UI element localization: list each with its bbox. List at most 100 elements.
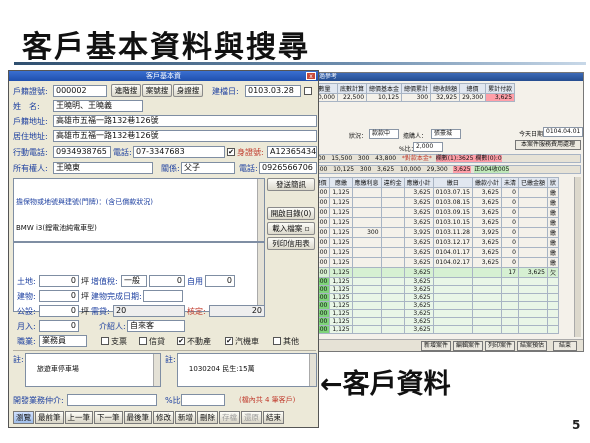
note-field[interactable]: 旅遊車停車場	[25, 353, 161, 387]
job-field[interactable]: 業務員	[39, 335, 87, 347]
phone2-label: 電話:	[239, 164, 258, 173]
land-unit: 坪	[81, 277, 89, 286]
payment-cell: 300	[351, 227, 382, 238]
payment-cell	[380, 247, 405, 258]
land-field[interactable]: 0	[39, 275, 79, 287]
check-item-box[interactable]: ✔	[177, 337, 185, 345]
build-date-checkbox[interactable]	[304, 87, 312, 95]
browse-button[interactable]: 瀏覽	[13, 411, 34, 424]
monthly-income-field[interactable]: 0	[39, 320, 79, 332]
phone-field[interactable]: 07-3347683	[133, 146, 225, 158]
customer-window-titlebar: 客戶基本資 x	[9, 71, 318, 81]
check-item-box[interactable]	[139, 337, 147, 345]
owner-field[interactable]: 王曉東	[53, 162, 153, 174]
open-folder-button[interactable]: 開啟目錄(0)	[267, 207, 315, 220]
load-file-button[interactable]: 載入檔案 ▫	[267, 222, 315, 235]
payment-scrollbar[interactable]	[574, 177, 581, 337]
building-date-field[interactable]	[143, 290, 183, 302]
bg-exit-button[interactable]: 結束	[553, 341, 577, 351]
new-case-button[interactable]: 新增案件	[421, 341, 451, 351]
payment-row[interactable]: .500 1,125 3,625 0103.10.15 3,625 0 繳	[310, 217, 560, 228]
living-address-field[interactable]: 高雄市五福一路132巷126號	[53, 130, 317, 142]
collateral-scrollbar[interactable]	[257, 179, 264, 241]
payment-cell: 1,125	[329, 187, 353, 198]
dev-agent-field[interactable]	[67, 394, 157, 406]
relation-field[interactable]: 父子	[181, 162, 235, 174]
payment-row[interactable]: .500 1,125 3,625 0103.08.15 3,625 0 繳	[310, 197, 560, 208]
payment-row[interactable]: .500 1,125 3,625 0103.07.15 3,625 0 繳	[310, 187, 560, 198]
idcard-field[interactable]: A123654345	[267, 146, 317, 158]
check-item-box[interactable]: ✔	[225, 337, 233, 345]
last-record-button[interactable]: 最後筆	[123, 411, 152, 424]
close-icon[interactable]: x	[306, 72, 316, 80]
case-service-button[interactable]: 本案件服務費用處理	[515, 140, 581, 150]
approve-field[interactable]: 20	[209, 305, 265, 317]
loan-field[interactable]: 20	[113, 305, 185, 317]
household-address-field[interactable]: 高雄市五福一路132巷126號	[53, 115, 317, 127]
payment-cell	[517, 197, 549, 208]
phone2-field[interactable]: 0926566706	[259, 162, 317, 174]
dev-pct-field[interactable]	[181, 394, 225, 406]
prev-record-button[interactable]: 上一筆	[64, 411, 93, 424]
advanced-search-button[interactable]: 進階搜	[111, 84, 141, 97]
payment-cell	[351, 217, 382, 228]
note2-field[interactable]: 1030204 民生:15萬	[177, 353, 317, 387]
self-use-field[interactable]: 0	[205, 275, 235, 287]
payment-row[interactable]: .500 1,125 3,625	[310, 277, 560, 286]
print-credit-button[interactable]: 列印信用表	[267, 237, 315, 250]
payment-cell	[471, 317, 502, 326]
payment-row[interactable]: .500 1,125 3,625 0104.02.17 3,625 0 繳	[310, 257, 560, 268]
tax-field[interactable]: 0	[149, 275, 185, 287]
idcard-checkbox[interactable]: ✔	[227, 148, 235, 156]
id-field[interactable]: 000002	[53, 85, 107, 97]
add-button[interactable]: 新增	[175, 411, 196, 424]
build-date-field[interactable]: 0103.03.28	[245, 85, 301, 97]
summary-cell: 3,625	[453, 166, 471, 173]
check-item-box[interactable]	[101, 337, 109, 345]
mobile-field[interactable]: 0934938765	[53, 146, 111, 158]
payment-row[interactable]: .500 1,125 3,625	[310, 309, 560, 318]
close-estimate-button[interactable]: 結案預估	[517, 341, 547, 351]
exit-button[interactable]: 結束	[263, 411, 284, 424]
status-value[interactable]: 款款中	[369, 129, 399, 139]
name-field[interactable]: 王曉明、王曉義	[53, 100, 143, 112]
pct-value[interactable]: 2,000	[413, 142, 443, 152]
undo-button[interactable]: 還原	[241, 411, 262, 424]
common-field[interactable]: 0	[39, 305, 79, 317]
collateral-memo[interactable]: 擔保物或地號與建號(門牌)：(含已償款狀況) BMW i3(鋰電池純電車型)	[13, 178, 265, 242]
collateral-lower-scrollbar[interactable]	[257, 243, 264, 311]
payment-row[interactable]: .500 1,125 3,625 0104.01.17 3,625 0 繳	[310, 247, 560, 258]
send-sms-button[interactable]: 發送簡訊	[267, 178, 315, 191]
payment-row[interactable]: .500 1,125 3,625	[310, 325, 560, 334]
payment-cell	[380, 293, 405, 302]
payment-row[interactable]: .500 1,125 3,625	[310, 285, 560, 294]
payment-cell	[351, 277, 382, 286]
payment-row[interactable]: .500 1,125 3,625 0103.09.15 3,625 0 繳	[310, 207, 560, 218]
tax-type-field[interactable]: 一般	[121, 275, 147, 287]
payment-row[interactable]: .500 1,125 3,625 17 3,625 欠	[310, 267, 560, 278]
edit-button[interactable]: 修改	[153, 411, 174, 424]
agent-value[interactable]: 張豪城	[431, 129, 461, 139]
payment-cell	[471, 267, 502, 278]
delete-button[interactable]: 刪除	[197, 411, 218, 424]
introducer-field[interactable]: 自來客	[127, 320, 185, 332]
payment-cell: 3,625	[403, 285, 434, 294]
case-search-button[interactable]: 案號搜	[142, 84, 172, 97]
id-search-button[interactable]: 身證搜	[173, 84, 203, 97]
date-value[interactable]: 0104.04.01	[543, 127, 583, 137]
building-field[interactable]: 0	[39, 290, 79, 302]
payment-row[interactable]: .500 1,125 3,625	[310, 293, 560, 302]
payment-cell: 3,625	[517, 267, 549, 278]
edit-case-button[interactable]: 編輯案件	[453, 341, 483, 351]
payment-row[interactable]: .500 1,125 300 3,925 0103.11.28 3,925 0 繳	[310, 227, 560, 238]
payment-row[interactable]: .500 1,125 3,625	[310, 317, 560, 326]
payment-row[interactable]: .500 1,125 3,625	[310, 301, 560, 310]
first-record-button[interactable]: 最前筆	[35, 411, 64, 424]
note2-scrollbar[interactable]	[309, 354, 316, 386]
save-button[interactable]: 存檔	[219, 411, 240, 424]
next-record-button[interactable]: 下一筆	[94, 411, 123, 424]
payment-row[interactable]: .500 1,125 3,625 0103.12.17 3,625 0 繳	[310, 237, 560, 248]
print-case-button[interactable]: 列印案件	[485, 341, 515, 351]
note-scrollbar[interactable]	[153, 354, 160, 386]
check-item-box[interactable]	[273, 337, 281, 345]
